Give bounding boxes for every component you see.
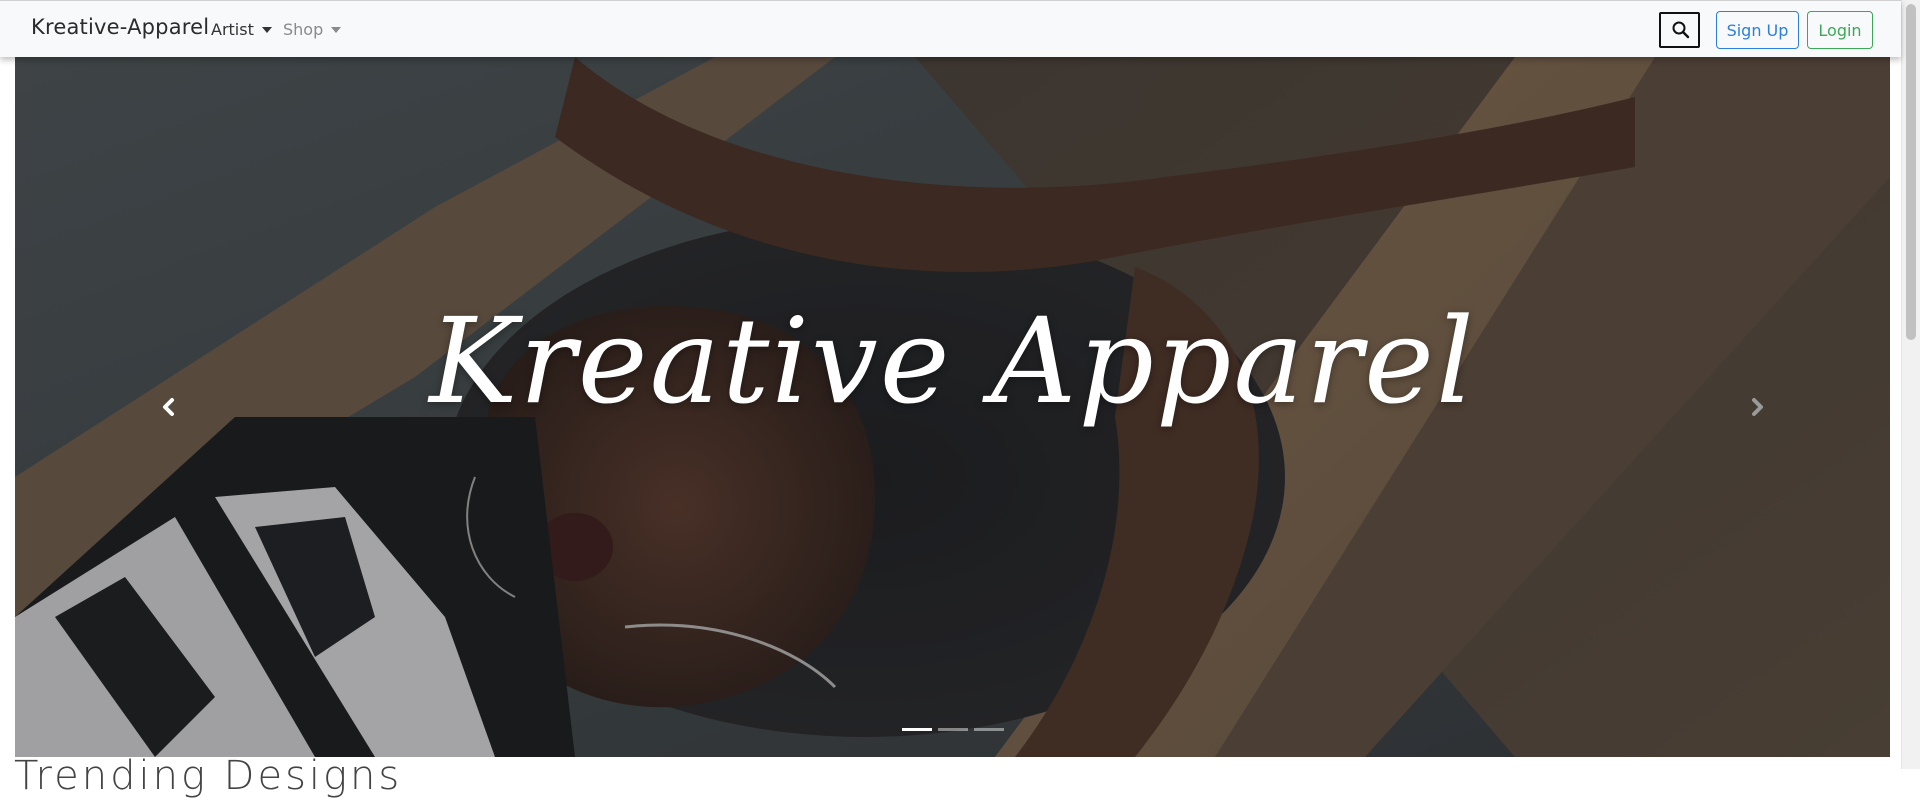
login-button[interactable]: Login bbox=[1807, 11, 1873, 49]
carousel-next-button[interactable] bbox=[1738, 387, 1778, 427]
section-heading: Trending Designs bbox=[14, 753, 403, 799]
carousel-prev-button[interactable] bbox=[148, 387, 188, 427]
page-scrollbar[interactable] bbox=[1901, 0, 1920, 769]
nav-shop-label: Shop bbox=[283, 20, 324, 39]
navbar: Kreative-Apparel Artist Shop Sign Up Log… bbox=[0, 0, 1901, 57]
search-button[interactable] bbox=[1659, 12, 1700, 48]
search-icon bbox=[1672, 21, 1690, 39]
carousel-indicator-3[interactable] bbox=[973, 728, 1004, 731]
chevron-right-icon bbox=[1752, 398, 1763, 416]
brand-link[interactable]: Kreative-Apparel bbox=[31, 15, 209, 39]
hero-carousel: Kreative Apparel bbox=[15, 57, 1890, 757]
signup-button[interactable]: Sign Up bbox=[1716, 11, 1799, 49]
carousel-indicator-1[interactable] bbox=[901, 728, 932, 731]
carousel-indicator-2[interactable] bbox=[937, 728, 968, 731]
hero-title: Kreative Apparel bbox=[429, 292, 1476, 430]
carousel-indicators bbox=[15, 728, 1890, 731]
caret-down-icon bbox=[331, 26, 342, 33]
caret-down-icon bbox=[261, 26, 272, 33]
scrollbar-thumb[interactable] bbox=[1906, 4, 1916, 340]
chevron-left-icon bbox=[163, 398, 174, 416]
nav-shop-dropdown[interactable]: Shop bbox=[283, 20, 342, 39]
nav-artist-dropdown[interactable]: Artist bbox=[211, 20, 272, 39]
nav-artist-label: Artist bbox=[211, 20, 254, 39]
